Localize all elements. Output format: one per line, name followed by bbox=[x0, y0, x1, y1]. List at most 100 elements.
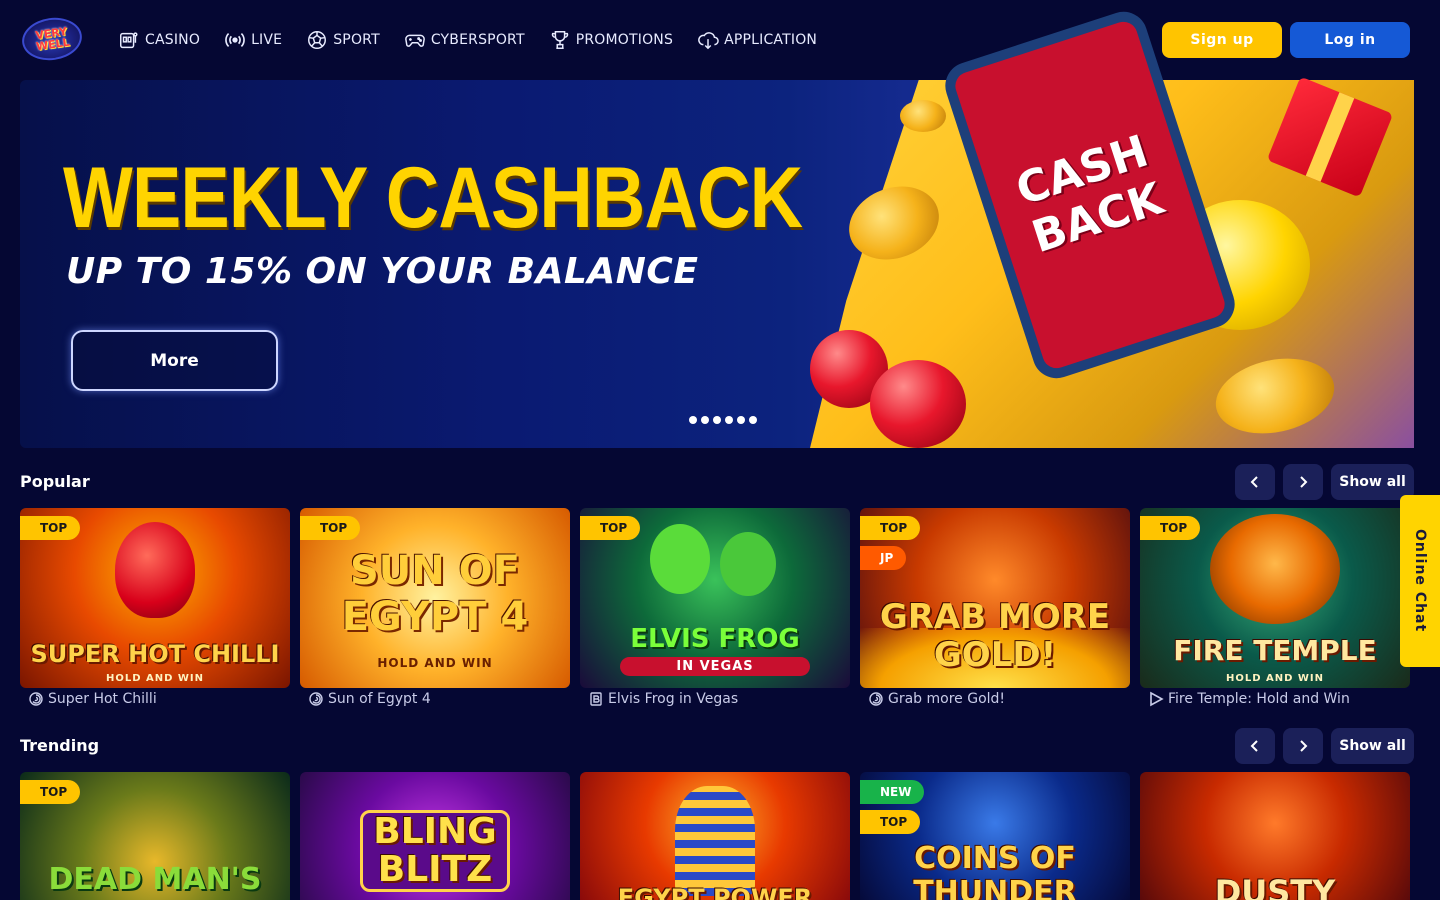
tag-jp: JP bbox=[860, 546, 907, 570]
chevron-right-icon bbox=[1300, 476, 1308, 488]
game-art-subtitle: HOLD AND WIN bbox=[105, 673, 205, 684]
nav-label: LIVE bbox=[251, 32, 283, 48]
cherry-image bbox=[870, 360, 966, 448]
football-icon bbox=[308, 31, 327, 49]
provider-play-icon bbox=[1150, 691, 1164, 707]
online-chat-tab[interactable]: Online Chat bbox=[1400, 495, 1440, 667]
broadcast-icon bbox=[225, 33, 245, 47]
game-art-title: FIRE TEMPLE bbox=[1173, 634, 1377, 667]
nav-application[interactable]: APPLICATION bbox=[697, 28, 817, 52]
tiger-image bbox=[1210, 514, 1340, 624]
game-name: Fire Temple: Hold and Win bbox=[1168, 691, 1350, 707]
gamepad-icon bbox=[404, 34, 425, 47]
trending-next-button[interactable] bbox=[1283, 728, 1323, 764]
popular-prev-button[interactable] bbox=[1235, 464, 1275, 500]
tag-new: NEW bbox=[860, 780, 925, 804]
tag-top: TOP bbox=[20, 780, 81, 804]
game-art-title: COINS OF THUNDER bbox=[913, 841, 1077, 900]
banner-title: WEEKLY CASHBACK bbox=[63, 150, 803, 246]
coin-image bbox=[900, 100, 946, 132]
game-card-bling-blitz[interactable]: BLING BLITZ bbox=[300, 772, 570, 900]
tag-top: TOP bbox=[1140, 516, 1201, 540]
site-logo[interactable]: VERY WELL bbox=[19, 14, 85, 64]
chevron-left-icon bbox=[1250, 740, 1258, 752]
main-nav: CASINO LIVE SPORT CYBERSPORT PROMOTIONS … bbox=[118, 28, 841, 52]
game-card-sun-of-egypt-4[interactable]: TOP SUN OF EGYPT 4 HOLD AND WIN bbox=[300, 508, 570, 688]
game-card-dead-mans[interactable]: TOP DEAD MAN'S bbox=[20, 772, 290, 900]
login-button[interactable]: Log in bbox=[1290, 22, 1410, 58]
carousel-dot[interactable] bbox=[701, 416, 709, 424]
game-card-coins-of-thunder[interactable]: NEW TOP COINS OF THUNDER bbox=[860, 772, 1130, 900]
nav-label: CYBERSPORT bbox=[430, 32, 525, 48]
tag-top: TOP bbox=[580, 516, 641, 540]
online-chat-label: Online Chat bbox=[1412, 529, 1428, 633]
banner-subtitle: UP TO 15% ON YOUR BALANCE bbox=[66, 251, 699, 292]
game-name: Super Hot Chilli bbox=[48, 691, 157, 707]
game-card-fire-temple[interactable]: TOP FIRE TEMPLE HOLD AND WIN bbox=[1140, 508, 1410, 688]
game-art-title: EGYPT POWER bbox=[617, 884, 813, 900]
nav-sport[interactable]: SPORT bbox=[306, 28, 380, 52]
game-art-subtitle: IN VEGAS bbox=[620, 657, 810, 676]
tag-top: TOP bbox=[300, 516, 361, 540]
frog-image bbox=[650, 524, 710, 594]
carousel-dot[interactable] bbox=[689, 416, 697, 424]
signup-button[interactable]: Sign up bbox=[1162, 22, 1282, 58]
carousel-dots bbox=[689, 416, 757, 424]
nav-label: PROMOTIONS bbox=[575, 32, 674, 48]
chevron-left-icon bbox=[1250, 476, 1258, 488]
game-card-grab-more-gold[interactable]: TOP JP GRAB MORE GOLD! bbox=[860, 508, 1130, 688]
chilli-image bbox=[115, 522, 195, 618]
tag-top: TOP bbox=[860, 810, 921, 834]
carousel-dot[interactable] bbox=[749, 416, 757, 424]
game-caption[interactable]: Fire Temple: Hold and Win bbox=[1148, 691, 1350, 707]
game-card-elvis-frog[interactable]: TOP ELVIS FROG IN VEGAS bbox=[580, 508, 850, 688]
provider-b-icon bbox=[590, 692, 602, 706]
game-caption[interactable]: Elvis Frog in Vegas bbox=[588, 691, 738, 707]
nav-label: CASINO bbox=[145, 32, 201, 48]
nav-casino[interactable]: CASINO bbox=[118, 28, 200, 52]
top-header: VERY WELL CASINO LIVE SPORT CYBERSPORT P… bbox=[0, 0, 1440, 80]
chevron-right-icon bbox=[1300, 740, 1308, 752]
tag-top: TOP bbox=[860, 516, 921, 540]
trending-show-all-button[interactable]: Show all bbox=[1331, 728, 1414, 764]
provider-spiral-icon bbox=[869, 692, 883, 706]
carousel-dot[interactable] bbox=[713, 416, 721, 424]
game-art-title: SUPER HOT CHILLI bbox=[30, 640, 280, 668]
nav-cybersport[interactable]: CYBERSPORT bbox=[404, 28, 525, 52]
game-card-dusty[interactable]: DUSTY bbox=[1140, 772, 1410, 900]
nav-promotions[interactable]: PROMOTIONS bbox=[549, 28, 673, 52]
game-card-egypt-power[interactable]: EGYPT POWER bbox=[580, 772, 850, 900]
nav-live[interactable]: LIVE bbox=[224, 28, 282, 52]
carousel-dot[interactable] bbox=[725, 416, 733, 424]
cloud-download-icon bbox=[698, 32, 719, 50]
game-caption[interactable]: Sun of Egypt 4 bbox=[308, 691, 431, 707]
game-name: Grab more Gold! bbox=[888, 691, 1006, 707]
provider-spiral-icon bbox=[29, 692, 43, 706]
game-card-super-hot-chilli[interactable]: TOP SUPER HOT CHILLI HOLD AND WIN bbox=[20, 508, 290, 688]
frog-image bbox=[720, 532, 776, 596]
nav-label: SPORT bbox=[333, 32, 380, 48]
game-art-title: BLING BLITZ bbox=[360, 810, 510, 892]
game-art-title: GRAB MORE GOLD! bbox=[879, 597, 1111, 675]
pharaoh-image bbox=[675, 786, 755, 896]
game-name: Sun of Egypt 4 bbox=[328, 691, 431, 707]
trending-section-title: Trending bbox=[20, 736, 100, 755]
trending-prev-button[interactable] bbox=[1235, 728, 1275, 764]
game-art-title: ELVIS FROG bbox=[630, 624, 800, 654]
popular-show-all-button[interactable]: Show all bbox=[1331, 464, 1414, 500]
game-caption[interactable]: Super Hot Chilli bbox=[28, 691, 157, 707]
game-art-title: DEAD MAN'S bbox=[48, 862, 262, 897]
more-button[interactable]: More bbox=[71, 330, 278, 391]
popular-section-title: Popular bbox=[20, 472, 90, 491]
nav-label: APPLICATION bbox=[724, 32, 818, 48]
logo-text-well: WELL bbox=[35, 35, 71, 54]
game-caption[interactable]: Grab more Gold! bbox=[868, 691, 1005, 707]
provider-spiral-icon bbox=[309, 692, 323, 706]
game-art-title: SUN OF EGYPT 4 bbox=[341, 548, 529, 640]
popular-next-button[interactable] bbox=[1283, 464, 1323, 500]
slot-machine-icon bbox=[120, 32, 138, 49]
trophy-icon bbox=[551, 31, 568, 49]
game-art-title: DUSTY bbox=[1214, 873, 1336, 900]
game-art-subtitle: HOLD AND WIN bbox=[377, 656, 493, 670]
carousel-dot[interactable] bbox=[737, 416, 745, 424]
